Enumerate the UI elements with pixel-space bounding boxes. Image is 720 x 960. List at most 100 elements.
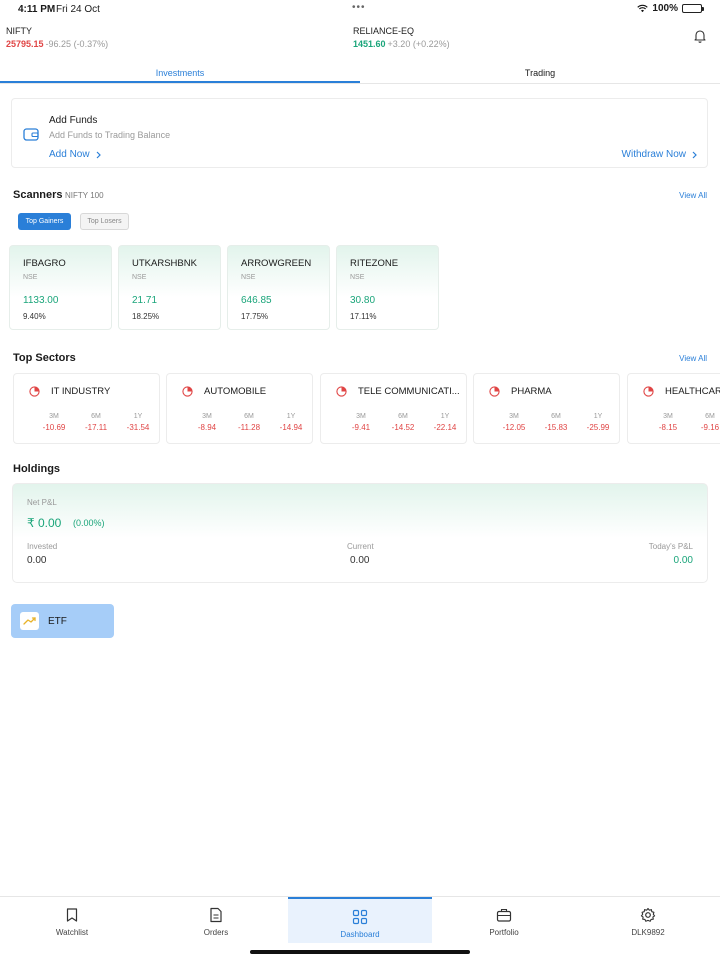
- ticker-reliance[interactable]: RELIANCE-EQ 1451.60 +3.20 (+0.22%): [353, 26, 450, 49]
- sector-value: -10.69: [42, 423, 66, 432]
- add-funds-title: Add Funds: [49, 115, 98, 126]
- tab-investments[interactable]: Investments: [0, 62, 360, 83]
- ticker-name: RELIANCE-EQ: [353, 26, 415, 36]
- sector-period: 1Y: [440, 413, 450, 420]
- sector-value: -31.54: [126, 423, 150, 432]
- scanner-exchange: NSE: [132, 274, 147, 281]
- sector-period: 6M: [551, 413, 561, 420]
- etf-tile[interactable]: ETF: [11, 604, 114, 638]
- scanner-exchange: NSE: [241, 274, 256, 281]
- nav-label: Orders: [203, 928, 229, 937]
- sector-period: 3M: [663, 413, 673, 420]
- ticker-value: 25795.15: [6, 39, 44, 49]
- add-now-link[interactable]: Add Now: [49, 149, 101, 160]
- sector-name: IT INDUSTRY: [51, 386, 111, 397]
- scanners-view-all[interactable]: View All: [679, 191, 707, 200]
- sector-period: 1Y: [593, 413, 603, 420]
- status-bar: 4:11 PM Fri 24 Oct ••• 100%: [0, 0, 720, 18]
- sector-period: 1Y: [133, 413, 143, 420]
- etf-label: ETF: [48, 616, 67, 627]
- status-time: 4:11 PM: [18, 4, 56, 15]
- sector-value: -25.99: [586, 423, 610, 432]
- scanner-price: 21.71: [132, 295, 158, 306]
- gear-icon: [640, 907, 656, 922]
- pie-chart-icon: [29, 386, 40, 397]
- sector-name: HEALTHCARE: [665, 386, 720, 397]
- nav-settings[interactable]: DLK9892: [576, 897, 720, 943]
- ticker-nifty[interactable]: NIFTY 25795.15 -96.25 (-0.37%): [6, 26, 108, 49]
- sectors-title: Top Sectors: [13, 352, 76, 364]
- scanner-card[interactable]: IFBAGRO NSE 1133.00 9.40%: [9, 245, 112, 330]
- nav-dashboard[interactable]: Dashboard: [288, 897, 432, 943]
- sector-value: -11.28: [237, 423, 261, 432]
- add-funds-card: Add Funds Add Funds to Trading Balance A…: [11, 98, 708, 168]
- bookmark-icon: [66, 908, 78, 922]
- sector-card[interactable]: IT INDUSTRY 3M -10.69 6M -17.11 1Y -31.54: [13, 373, 160, 444]
- grid-icon: [352, 909, 368, 925]
- scanner-symbol: ARROWGREEN: [241, 258, 312, 269]
- nav-portfolio[interactable]: Portfolio: [432, 897, 576, 943]
- chevron-right-icon: [692, 151, 697, 158]
- sector-card[interactable]: AUTOMOBILE 3M -8.94 6M -11.28 1Y -14.94: [166, 373, 313, 444]
- scanner-symbol: UTKARSHBNK: [132, 258, 197, 269]
- chip-top-losers[interactable]: Top Losers: [80, 213, 129, 230]
- multitask-dots-icon[interactable]: •••: [352, 2, 366, 13]
- chevron-right-icon: [96, 151, 101, 158]
- sector-value: -14.94: [279, 423, 303, 432]
- scanners-index: NIFTY 100: [65, 191, 104, 200]
- scanner-card[interactable]: UTKARSHBNK NSE 21.71 18.25%: [118, 245, 221, 330]
- sector-period: 6M: [705, 413, 715, 420]
- scanner-price: 1133.00: [23, 295, 59, 306]
- sector-period: 3M: [202, 413, 212, 420]
- current-value: 0.00: [350, 555, 370, 566]
- sectors-view-all[interactable]: View All: [679, 354, 707, 363]
- sector-period: 1Y: [286, 413, 296, 420]
- sector-card[interactable]: HEALTHCARE 3M -8.15 6M -9.16: [627, 373, 720, 444]
- sector-period: 3M: [356, 413, 366, 420]
- holdings-title: Holdings: [13, 463, 61, 475]
- invested-label: Invested: [27, 542, 58, 551]
- todays-pl-label: Today's P&L: [648, 542, 693, 551]
- scanner-symbol: RITEZONE: [350, 258, 399, 269]
- pie-chart-icon: [643, 386, 654, 397]
- sector-value: -8.94: [197, 423, 217, 432]
- net-pl-label: Net P&L: [27, 498, 57, 507]
- ticker-value: 1451.60: [353, 39, 386, 49]
- holdings-card[interactable]: Net P&L ₹ 0.00 (0.00%) Invested 0.00 Cur…: [12, 483, 708, 583]
- scanner-exchange: NSE: [23, 274, 38, 281]
- sector-name: PHARMA: [511, 386, 552, 397]
- nav-label: Portfolio: [489, 928, 519, 937]
- battery-icon: [682, 4, 704, 13]
- sector-value: -8.15: [658, 423, 678, 432]
- briefcase-icon: [496, 908, 512, 922]
- sector-value: -12.05: [502, 423, 526, 432]
- nav-orders[interactable]: Orders: [144, 897, 288, 943]
- chip-top-gainers[interactable]: Top Gainers: [18, 213, 71, 230]
- scanner-card[interactable]: ARROWGREEN NSE 646.85 17.75%: [227, 245, 330, 330]
- sector-period: 6M: [398, 413, 408, 420]
- sector-card[interactable]: PHARMA 3M -12.05 6M -15.83 1Y -25.99: [473, 373, 620, 444]
- sector-value: -9.16: [700, 423, 720, 432]
- add-now-label: Add Now: [49, 149, 90, 160]
- scanner-exchange: NSE: [350, 274, 365, 281]
- sector-value: -14.52: [391, 423, 415, 432]
- home-indicator[interactable]: [250, 950, 470, 954]
- sector-value: -17.11: [84, 423, 108, 432]
- top-tabs: Investments Trading: [0, 62, 720, 84]
- scanner-percent: 17.75%: [241, 312, 269, 321]
- scanner-card[interactable]: RITEZONE NSE 30.80 17.11%: [336, 245, 439, 330]
- scanners-title: Scanners: [13, 189, 63, 201]
- add-funds-subtitle: Add Funds to Trading Balance: [49, 130, 171, 140]
- pie-chart-icon: [336, 386, 347, 397]
- pie-chart-icon: [182, 386, 193, 397]
- bell-icon[interactable]: [692, 28, 708, 44]
- net-pl-percent: (0.00%): [73, 518, 105, 528]
- sector-card[interactable]: TELE COMMUNICATI... 3M -9.41 6M -14.52 1Y -…: [320, 373, 467, 444]
- ticker-change: +3.20 (+0.22%): [387, 39, 450, 49]
- tab-trading[interactable]: Trading: [360, 62, 720, 83]
- nav-label: Watchlist: [55, 928, 89, 937]
- withdraw-now-link[interactable]: Withdraw Now: [622, 149, 697, 160]
- sector-period: 3M: [49, 413, 59, 420]
- nav-watchlist[interactable]: Watchlist: [0, 897, 144, 943]
- document-icon: [210, 907, 222, 923]
